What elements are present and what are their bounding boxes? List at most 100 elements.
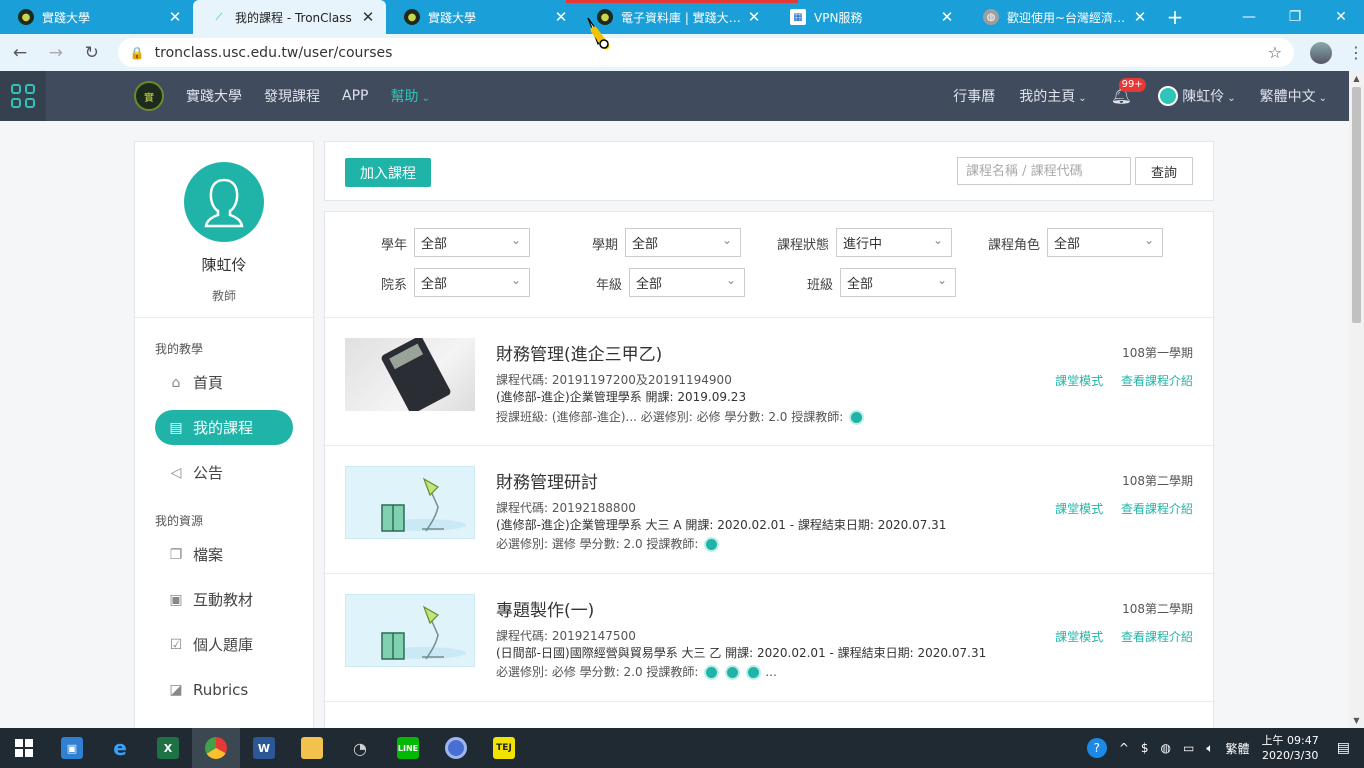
browser-tab-5[interactable]: ▦ VPN服務 ✕: [772, 0, 965, 34]
course-intro-link[interactable]: 查看課程介紹: [1121, 374, 1193, 388]
browser-tab-1[interactable]: ● 實踐大學 ✕: [0, 0, 193, 34]
window-close-icon[interactable]: ✕: [1318, 0, 1364, 34]
reload-icon[interactable]: ↻: [76, 37, 108, 69]
tej-icon[interactable]: TEJ: [480, 728, 528, 768]
chevron-down-icon: ⌄: [510, 233, 521, 247]
sidebar-item-home[interactable]: ⌂ 首頁: [155, 365, 293, 400]
scroll-up-icon[interactable]: ▲: [1349, 71, 1364, 86]
close-icon[interactable]: ✕: [553, 8, 569, 26]
sidebar-item-files[interactable]: ❐ 檔案: [155, 537, 293, 572]
user-avatar[interactable]: [1158, 86, 1179, 106]
ime-indicator[interactable]: 繁體: [1226, 740, 1250, 757]
filter-select-department[interactable]: 全部 ⌄: [414, 268, 530, 297]
classroom-mode-link[interactable]: 課堂模式: [1055, 630, 1103, 644]
windows-start-icon[interactable]: [0, 728, 48, 768]
browser-profile-avatar[interactable]: [1310, 41, 1333, 64]
nav-link-app[interactable]: APP: [342, 88, 368, 104]
nav-my-home[interactable]: 我的主頁 ⌄: [1019, 86, 1086, 106]
globe-icon[interactable]: ◍: [1161, 741, 1171, 755]
teacher-avatar[interactable]: [704, 665, 720, 680]
classroom-mode-link[interactable]: 課堂模式: [1055, 374, 1103, 388]
course-title[interactable]: 財務管理研討: [496, 468, 598, 493]
forward-arrow-icon[interactable]: →: [40, 37, 72, 69]
store-icon[interactable]: ▣: [48, 728, 96, 768]
tray-app-icon[interactable]: $: [1141, 741, 1149, 755]
teacher-avatar[interactable]: [746, 665, 762, 680]
course-search-input[interactable]: [957, 157, 1131, 185]
close-icon[interactable]: ✕: [939, 8, 955, 26]
filter-select-grade[interactable]: 全部 ⌄: [629, 268, 745, 297]
teacher-avatar[interactable]: [849, 410, 865, 425]
browser-tab-6[interactable]: ◍ 歡迎使用~台灣經濟新報 ✕: [965, 0, 1158, 34]
sidebar-item-announcements[interactable]: ◁ 公告: [155, 455, 293, 490]
address-bar[interactable]: 🔒 tronclass.usc.edu.tw/user/courses ☆: [117, 38, 1295, 67]
close-icon[interactable]: ✕: [1132, 8, 1148, 26]
minimize-icon[interactable]: —: [1226, 0, 1272, 34]
filter-select-status[interactable]: 進行中 ⌄: [836, 228, 952, 257]
new-tab-plus-icon[interactable]: +: [1158, 0, 1192, 34]
page-scrollbar[interactable]: ▲ ▼: [1349, 71, 1364, 728]
restore-icon[interactable]: ❐: [1272, 0, 1318, 34]
more-teachers-ellipsis[interactable]: ...: [765, 665, 776, 679]
file-explorer-icon[interactable]: [288, 728, 336, 768]
filter-select-year[interactable]: 全部 ⌄: [414, 228, 530, 257]
course-intro-link[interactable]: 查看課程介紹: [1121, 630, 1193, 644]
nav-link-help[interactable]: 幫助 ⌄: [390, 86, 429, 106]
chrome-icon[interactable]: [192, 728, 240, 768]
audio-indicator-bar: [566, 0, 798, 3]
chevron-down-icon: ⌄: [725, 273, 736, 287]
word-icon[interactable]: W: [240, 728, 288, 768]
school-logo[interactable]: 實: [134, 81, 164, 111]
course-list-card: 學年 全部 ⌄ 學期 全部 ⌄ 課程狀態 進行中 ⌄ 課程角色 全部 ⌄ 院系 全部 ⌄ …: [324, 211, 1214, 731]
notifications-button[interactable]: 🔔︎ 99+: [1111, 78, 1146, 106]
user-menu[interactable]: 陳虹伶 ⌄: [1182, 86, 1235, 106]
bookmark-star-icon[interactable]: ☆: [1268, 43, 1282, 62]
internet-explorer-icon[interactable]: e: [96, 728, 144, 768]
clock[interactable]: 上午 09:47 2020/3/30: [1262, 733, 1319, 763]
teacher-avatar[interactable]: [704, 537, 720, 552]
close-icon[interactable]: ✕: [746, 8, 762, 26]
course-thumbnail-lamp[interactable]: [345, 594, 475, 667]
course-thumbnail-calculator[interactable]: [345, 338, 475, 411]
scroll-thumb[interactable]: [1352, 87, 1361, 323]
classroom-mode-link[interactable]: 課堂模式: [1055, 502, 1103, 516]
course-title[interactable]: 專題製作(一): [496, 596, 594, 621]
sidebar-item-my-courses[interactable]: ▤ 我的課程: [155, 410, 293, 445]
excel-icon[interactable]: X: [144, 728, 192, 768]
more-menu-icon[interactable]: ⋮: [1348, 43, 1364, 62]
language-menu[interactable]: 繁體中文 ⌄: [1260, 86, 1327, 106]
course-title[interactable]: 財務管理(進企三甲乙): [496, 340, 662, 365]
wechat-icon[interactable]: ◔: [336, 728, 384, 768]
apps-grid-button[interactable]: [0, 71, 46, 121]
browser-tab-2[interactable]: ⟋ 我的課程 - TronClass ✕: [193, 0, 386, 34]
profile-name: 陳虹伶: [201, 256, 247, 274]
chrome-alt-icon[interactable]: [432, 728, 480, 768]
network-icon[interactable]: ▭: [1183, 741, 1194, 755]
sidebar-item-interactive-materials[interactable]: ▣ 互動教材: [155, 582, 293, 617]
filter-select-semester[interactable]: 全部 ⌄: [625, 228, 741, 257]
close-icon[interactable]: ✕: [167, 8, 183, 26]
volume-icon[interactable]: 🔈︎: [1206, 741, 1213, 756]
teacher-avatar[interactable]: [725, 665, 741, 680]
sidebar-item-rubrics[interactable]: ◪ Rubrics: [155, 672, 293, 707]
close-icon[interactable]: ✕: [360, 8, 376, 26]
chevron-up-icon[interactable]: ^: [1119, 741, 1129, 755]
sidebar-item-question-bank[interactable]: ☑ 個人題庫: [155, 627, 293, 662]
chevron-down-icon: ⌄: [1078, 93, 1087, 104]
add-course-button[interactable]: 加入課程: [345, 158, 431, 187]
browser-tab-3[interactable]: ● 實踐大學 ✕: [386, 0, 579, 34]
course-thumbnail-lamp[interactable]: [345, 466, 475, 539]
filter-select-class[interactable]: 全部 ⌄: [840, 268, 956, 297]
line-icon[interactable]: LINE: [384, 728, 432, 768]
profile-avatar[interactable]: [184, 162, 264, 242]
help-icon[interactable]: ?: [1086, 738, 1107, 758]
course-intro-link[interactable]: 查看課程介紹: [1121, 502, 1193, 516]
notification-center-icon[interactable]: ▤: [1337, 740, 1350, 756]
back-arrow-icon[interactable]: ←: [4, 37, 36, 69]
search-button[interactable]: 查詢: [1135, 157, 1193, 185]
nav-link-university[interactable]: 實踐大學: [186, 86, 242, 106]
scroll-down-icon[interactable]: ▼: [1349, 713, 1364, 728]
nav-link-discover[interactable]: 發現課程: [264, 86, 320, 106]
filter-select-role[interactable]: 全部 ⌄: [1047, 228, 1163, 257]
nav-calendar[interactable]: 行事曆: [953, 86, 995, 106]
